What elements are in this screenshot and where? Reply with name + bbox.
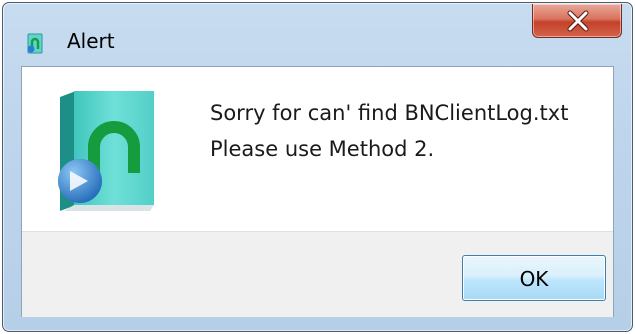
message-line-2: Please use Method 2. bbox=[210, 137, 435, 161]
window-title: Alert bbox=[67, 29, 115, 53]
message-area: Sorry for can' find BNClientLog.txt Plea… bbox=[22, 67, 613, 231]
button-bar: OK bbox=[22, 231, 613, 317]
ok-button[interactable]: OK bbox=[462, 255, 606, 301]
app-logo-icon bbox=[27, 33, 47, 54]
close-button[interactable] bbox=[532, 4, 622, 38]
alert-dialog: Alert Sorry for can' find BNClientLog.tx… bbox=[2, 2, 633, 332]
dialog-body: Sorry for can' find BNClientLog.txt Plea… bbox=[21, 66, 614, 317]
message-text: Sorry for can' find BNClientLog.txt Plea… bbox=[210, 95, 568, 167]
book-app-icon bbox=[50, 89, 166, 213]
title-bar[interactable]: Alert bbox=[3, 3, 632, 65]
message-line-1: Sorry for can' find BNClientLog.txt bbox=[210, 101, 569, 125]
